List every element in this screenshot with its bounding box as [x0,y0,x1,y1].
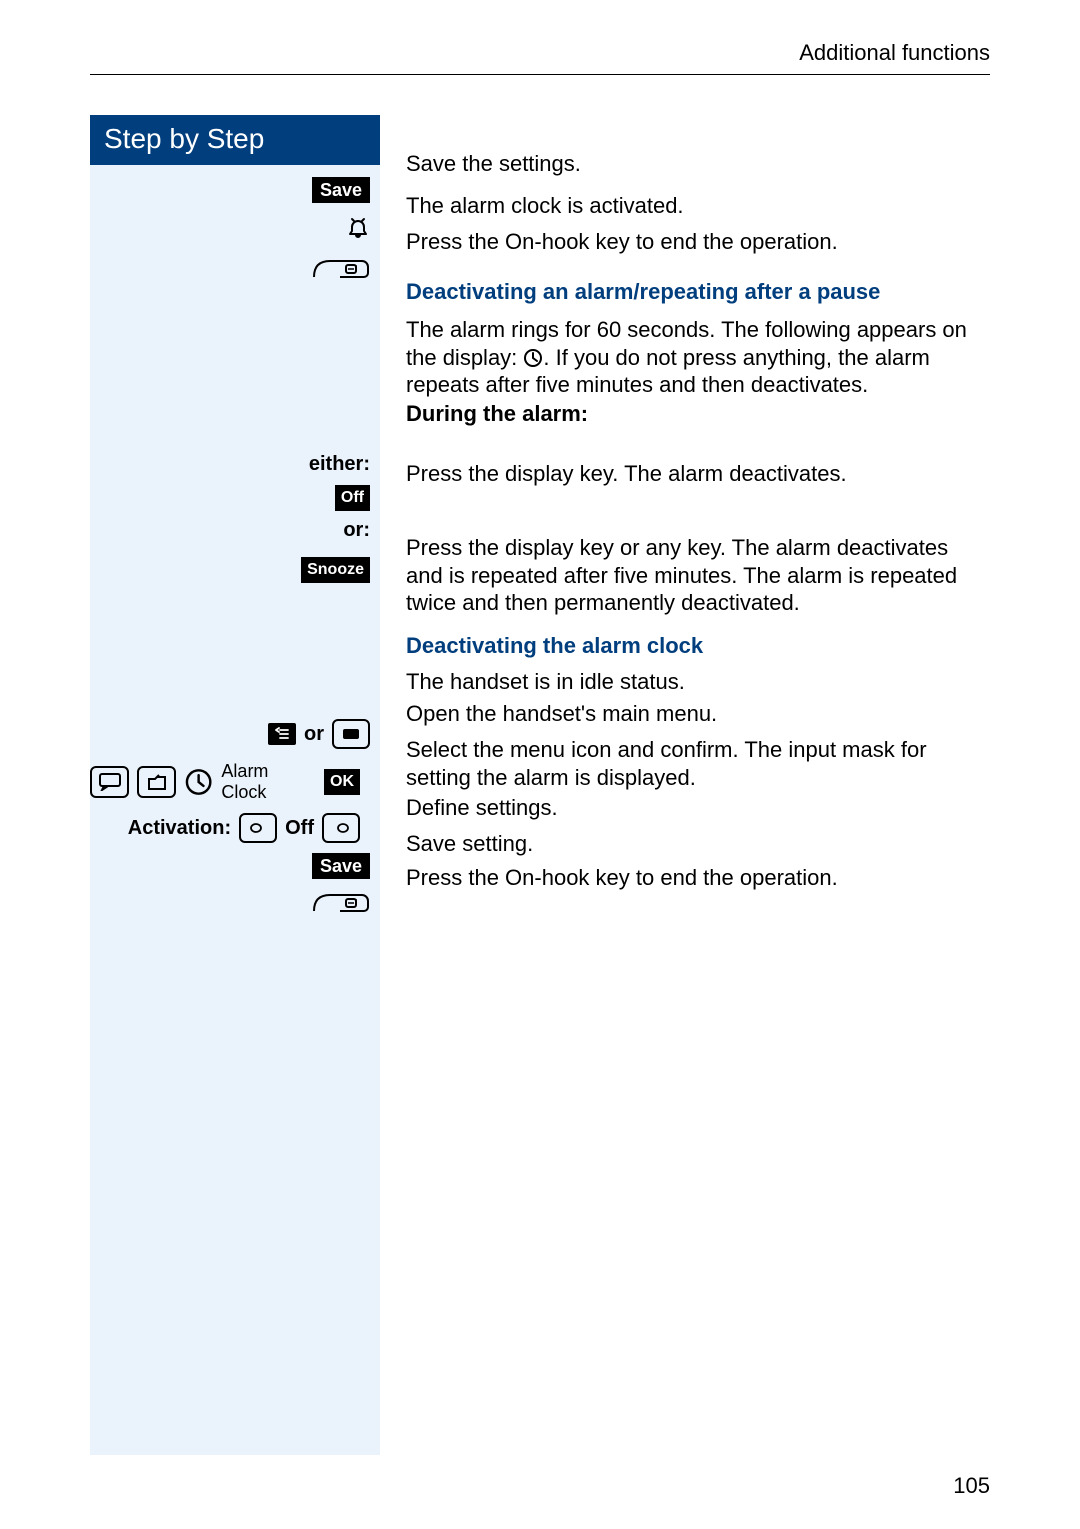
sidebar-row-snooze: Snooze [301,557,370,583]
instr-define-settings: Define settings. [406,794,990,822]
header-rule [90,74,990,75]
menu-key-icon[interactable] [268,723,296,745]
sidebar-title: Step by Step [90,115,380,165]
sidebar-row-alarm-icon [346,217,370,241]
save-softkey[interactable]: Save [312,177,370,203]
instr-idle: The handset is in idle status. [406,668,990,696]
instr-open-menu: Open the handset's main menu. [406,700,990,728]
sidebar-row-save-2: Save [312,853,370,879]
sidebar-row-alarm-clock: Alarm Clock OK [90,761,370,803]
center-key-icon[interactable] [332,719,370,749]
running-header: Additional functions [90,40,990,74]
instr-save-settings: Save the settings. [406,150,990,178]
sidebar-row-off: Off [335,485,370,511]
heading-deactivating-pause: Deactivating an alarm/repeating after a … [406,278,990,306]
menu-item-label: Alarm Clock [221,761,316,803]
page-number: 105 [953,1473,990,1499]
sidebar-row-menu: or [268,719,370,749]
instr-save-setting: Save setting. [406,830,990,858]
instr-off: Press the display key. The alarm deactiv… [406,460,990,488]
step-by-step-sidebar: Step by Step Save [90,115,380,1455]
nav-left-key-icon[interactable] [239,813,277,843]
nav-right-key-icon[interactable] [322,813,360,843]
document-page: Additional functions Step by Step Save [0,0,1080,1529]
off-softkey[interactable]: Off [335,485,370,511]
activation-label: Activation: [128,817,231,840]
snooze-softkey[interactable]: Snooze [301,557,370,583]
on-hook-key-icon-2[interactable] [312,885,370,915]
para-alarm-rings: The alarm rings for 60 seconds. The foll… [406,316,990,399]
sidebar-label-either: either: [309,453,370,476]
instr-snooze: Press the display key or any key. The al… [406,534,990,617]
alarm-bell-icon [346,217,370,241]
heading-during-alarm: During the alarm: [406,400,990,428]
clock-inline-icon [523,348,543,368]
resources-icon [137,766,176,798]
sidebar-row-onhook-1 [312,251,370,281]
clock-icon [184,767,213,797]
sidebar-label-or: or: [343,519,370,542]
sidebar-row-onhook-2 [312,885,370,915]
sidebar-row-activation: Activation: Off [90,813,370,843]
on-hook-key-icon[interactable] [312,251,370,281]
activation-value: Off [285,817,314,840]
sidebar-row-save: Save [312,177,370,203]
instr-onhook-1: Press the On-hook key to end the operati… [406,228,990,256]
or-label: or [304,723,324,746]
heading-deactivating-clock: Deactivating the alarm clock [406,632,990,660]
sms-icon [90,766,129,798]
instr-onhook-2: Press the On-hook key to end the operati… [406,864,990,892]
instr-alarm-activated: The alarm clock is activated. [406,192,990,220]
save-softkey-2[interactable]: Save [312,853,370,879]
ok-softkey[interactable]: OK [324,769,360,795]
instr-select-confirm: Select the menu icon and confirm. The in… [406,736,990,791]
